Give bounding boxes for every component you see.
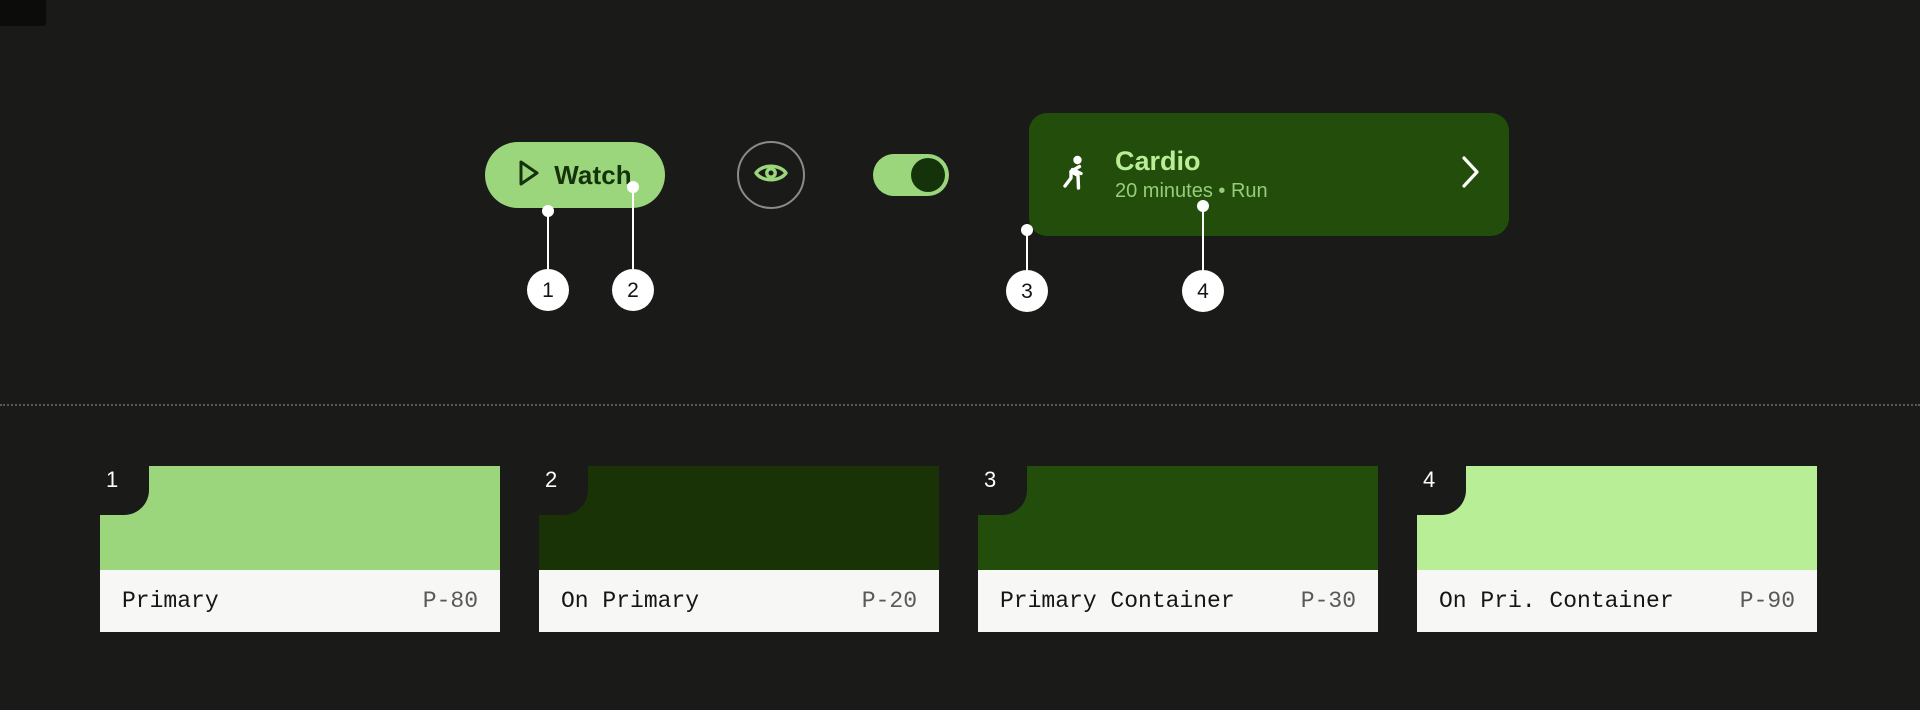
toggle-switch[interactable] xyxy=(873,153,949,196)
swatch-token: P-90 xyxy=(1739,588,1795,614)
swatch-number-notch: 2 xyxy=(538,465,588,515)
swatch-token: P-20 xyxy=(861,588,917,614)
color-swatch-row: 1 Primary P-80 2 On Primary P-20 3 Prima… xyxy=(99,465,1817,632)
callout-4-bubble: 4 xyxy=(1182,270,1224,312)
swatch-name: Primary Container xyxy=(1000,588,1235,614)
swatch-number-notch: 4 xyxy=(1416,465,1466,515)
swatch-number-notch: 1 xyxy=(99,465,149,515)
eye-icon xyxy=(754,161,788,188)
callout-2-bubble: 2 xyxy=(612,269,654,311)
cardio-list-card[interactable]: Cardio 20 minutes • Run xyxy=(1029,113,1509,236)
swatch-name: On Primary xyxy=(561,588,700,614)
swatch-color-block xyxy=(1417,466,1817,570)
color-swatch[interactable]: 2 On Primary P-20 xyxy=(538,465,939,632)
cardio-card-title: Cardio xyxy=(1115,145,1201,176)
color-swatch[interactable]: 4 On Pri. Container P-90 xyxy=(1416,465,1817,632)
swatch-color-block xyxy=(100,466,500,570)
swatch-number: 2 xyxy=(545,467,558,492)
component-specimen-stage: Watch Cardio 20 minutes • Run 1 2 3 4 xyxy=(0,0,1920,404)
swatch-token: P-80 xyxy=(422,588,478,614)
watch-button-label: Watch xyxy=(554,159,632,190)
callout-3-leader-line xyxy=(1026,230,1028,270)
section-divider xyxy=(0,404,1920,406)
swatch-color-block xyxy=(978,466,1378,570)
swatch-name: Primary xyxy=(122,588,219,614)
swatch-number-notch: 3 xyxy=(977,465,1027,515)
cardio-card-text: Cardio 20 minutes • Run xyxy=(1115,145,1459,203)
swatch-label-bar: Primary Container P-30 xyxy=(978,570,1378,632)
color-swatch[interactable]: 1 Primary P-80 xyxy=(99,465,500,632)
swatch-name: On Pri. Container xyxy=(1439,588,1674,614)
swatch-label-bar: Primary P-80 xyxy=(100,570,500,632)
cardio-card-subtitle: 20 minutes • Run xyxy=(1115,180,1268,203)
swatch-label-bar: On Primary P-20 xyxy=(539,570,939,632)
callout-3-bubble: 3 xyxy=(1006,270,1048,312)
swatch-color-block xyxy=(539,466,939,570)
components-row: Watch Cardio 20 minutes • Run xyxy=(485,113,1509,236)
callout-3: 3 xyxy=(999,224,1059,334)
eye-visibility-button[interactable] xyxy=(737,140,805,209)
swatch-number: 1 xyxy=(106,467,119,492)
watch-button[interactable]: Watch xyxy=(485,141,665,208)
toggle-thumb xyxy=(911,157,945,192)
color-swatch[interactable]: 3 Primary Container P-30 xyxy=(977,465,1378,632)
swatch-token: P-30 xyxy=(1300,588,1356,614)
callout-1-bubble: 1 xyxy=(527,269,569,311)
play-icon xyxy=(518,160,540,189)
running-person-icon xyxy=(1055,155,1095,195)
swatch-number: 3 xyxy=(984,467,997,492)
chevron-right-icon xyxy=(1459,155,1481,194)
swatch-label-bar: On Pri. Container P-90 xyxy=(1417,570,1817,632)
swatch-number: 4 xyxy=(1423,467,1436,492)
